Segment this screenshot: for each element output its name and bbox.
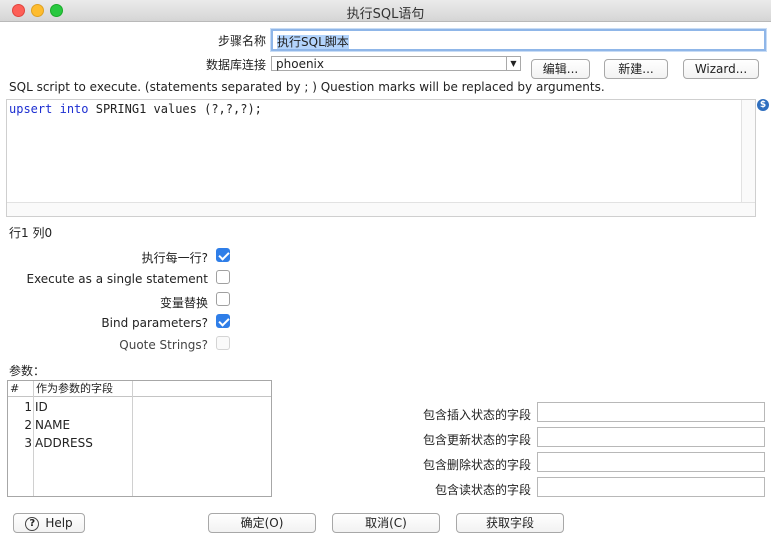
- exec-each-row-checkbox[interactable]: [216, 248, 230, 262]
- params-col-field[interactable]: 作为参数的字段: [34, 381, 132, 397]
- edit-connection-button[interactable]: 编辑...: [531, 59, 590, 79]
- insert-status-label: 包含插入状态的字段: [422, 408, 531, 422]
- ok-button[interactable]: 确定(O): [208, 513, 316, 533]
- var-substitution-checkbox[interactable]: [216, 292, 230, 306]
- single-statement-checkbox[interactable]: [216, 270, 230, 284]
- new-connection-button[interactable]: 新建...: [604, 59, 668, 79]
- bind-params-checkbox[interactable]: [216, 314, 230, 328]
- single-statement-label: Execute as a single statement: [26, 272, 208, 286]
- sql-editor[interactable]: upsert into SPRING1 values (?,?,?);: [6, 99, 756, 217]
- delete-status-input[interactable]: [537, 452, 765, 472]
- get-fields-button[interactable]: 获取字段: [456, 513, 564, 533]
- params-table[interactable]: # 作为参数的字段 1 ID 2 NAME 3 ADDRESS: [7, 380, 272, 497]
- read-status-input[interactable]: [537, 477, 765, 497]
- var-substitution-label: 变量替换: [159, 296, 208, 310]
- update-status-label: 包含更新状态的字段: [422, 433, 531, 447]
- cursor-position: 行1 列0: [9, 226, 53, 240]
- sql-keyword-upsert: upsert: [9, 102, 53, 116]
- help-button-label: Help: [45, 516, 73, 530]
- params-row-num: 2: [24, 418, 32, 432]
- step-name-value: 执行SQL脚本: [277, 35, 349, 49]
- sql-statement-rest: SPRING1 values (?,?,?);: [88, 102, 262, 116]
- params-table-header: # 作为参数的字段: [8, 381, 271, 397]
- connection-label: 数据库连接: [205, 58, 266, 72]
- insert-status-input[interactable]: [537, 402, 765, 422]
- cancel-button[interactable]: 取消(C): [332, 513, 440, 533]
- params-row-num: 3: [24, 436, 32, 450]
- params-table-row[interactable]: 3 ADDRESS: [8, 434, 271, 452]
- help-icon: ?: [25, 516, 40, 531]
- editor-vertical-scrollbar[interactable]: [741, 100, 755, 204]
- title-bar: 执行SQL语句: [0, 0, 771, 22]
- params-col-num[interactable]: #: [8, 381, 32, 397]
- params-table-row[interactable]: 2 NAME: [8, 416, 271, 434]
- editor-horizontal-scrollbar[interactable]: [7, 202, 755, 216]
- sql-editor-text[interactable]: upsert into SPRING1 values (?,?,?);: [7, 100, 741, 202]
- exec-each-row-label: 执行每一行?: [141, 251, 208, 265]
- params-row-field[interactable]: ADDRESS: [35, 434, 93, 452]
- sql-keyword-into: into: [59, 102, 89, 116]
- step-name-label: 步骤名称: [217, 34, 266, 48]
- update-status-input[interactable]: [537, 427, 765, 447]
- params-row-field[interactable]: ID: [35, 398, 48, 416]
- window-title: 执行SQL语句: [346, 7, 425, 22]
- variable-insert-icon[interactable]: $: [757, 99, 769, 111]
- bind-params-label: Bind parameters?: [101, 316, 208, 330]
- connection-select[interactable]: phoenix ▼: [271, 56, 521, 71]
- help-button[interactable]: ? Help: [13, 513, 85, 533]
- delete-status-label: 包含删除状态的字段: [422, 458, 531, 472]
- quote-strings-checkbox: [216, 336, 230, 350]
- params-section-label: 参数：: [9, 364, 46, 378]
- quote-strings-label: Quote Strings?: [119, 338, 208, 352]
- sql-hint-text: SQL script to execute. (statements separ…: [9, 80, 605, 94]
- wizard-button[interactable]: Wizard...: [683, 59, 759, 79]
- chevron-down-icon: ▼: [506, 57, 520, 71]
- params-table-row[interactable]: 1 ID: [8, 398, 271, 416]
- params-row-num: 1: [24, 400, 32, 414]
- connection-value: phoenix: [276, 57, 324, 71]
- read-status-label: 包含读状态的字段: [434, 483, 531, 497]
- params-row-field[interactable]: NAME: [35, 416, 70, 434]
- step-name-input[interactable]: 执行SQL脚本: [271, 29, 766, 51]
